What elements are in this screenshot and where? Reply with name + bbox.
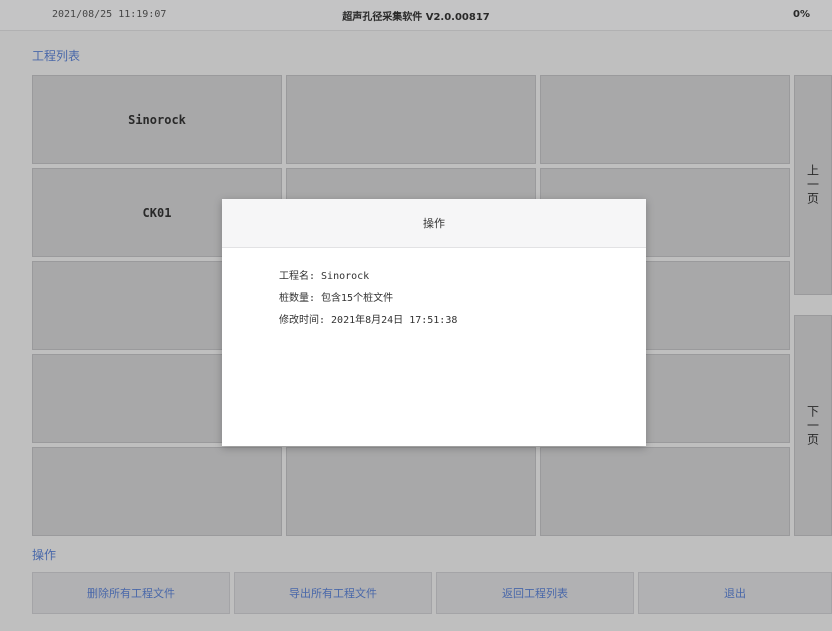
dialog-title: 操作 [222,199,646,248]
project-info: 工程名: Sinorock 桩数量: 包含15个桩文件 修改时间: 2021年8… [279,266,457,332]
modified-time-line: 修改时间: 2021年8月24日 17:51:38 [279,315,458,326]
pile-count-line: 桩数量: 包含15个桩文件 [279,293,394,304]
operation-dialog: 操作 工程名: Sinorock 桩数量: 包含15个桩文件 修改时间: 202… [222,199,646,446]
project-name-line: 工程名: Sinorock [279,271,370,282]
